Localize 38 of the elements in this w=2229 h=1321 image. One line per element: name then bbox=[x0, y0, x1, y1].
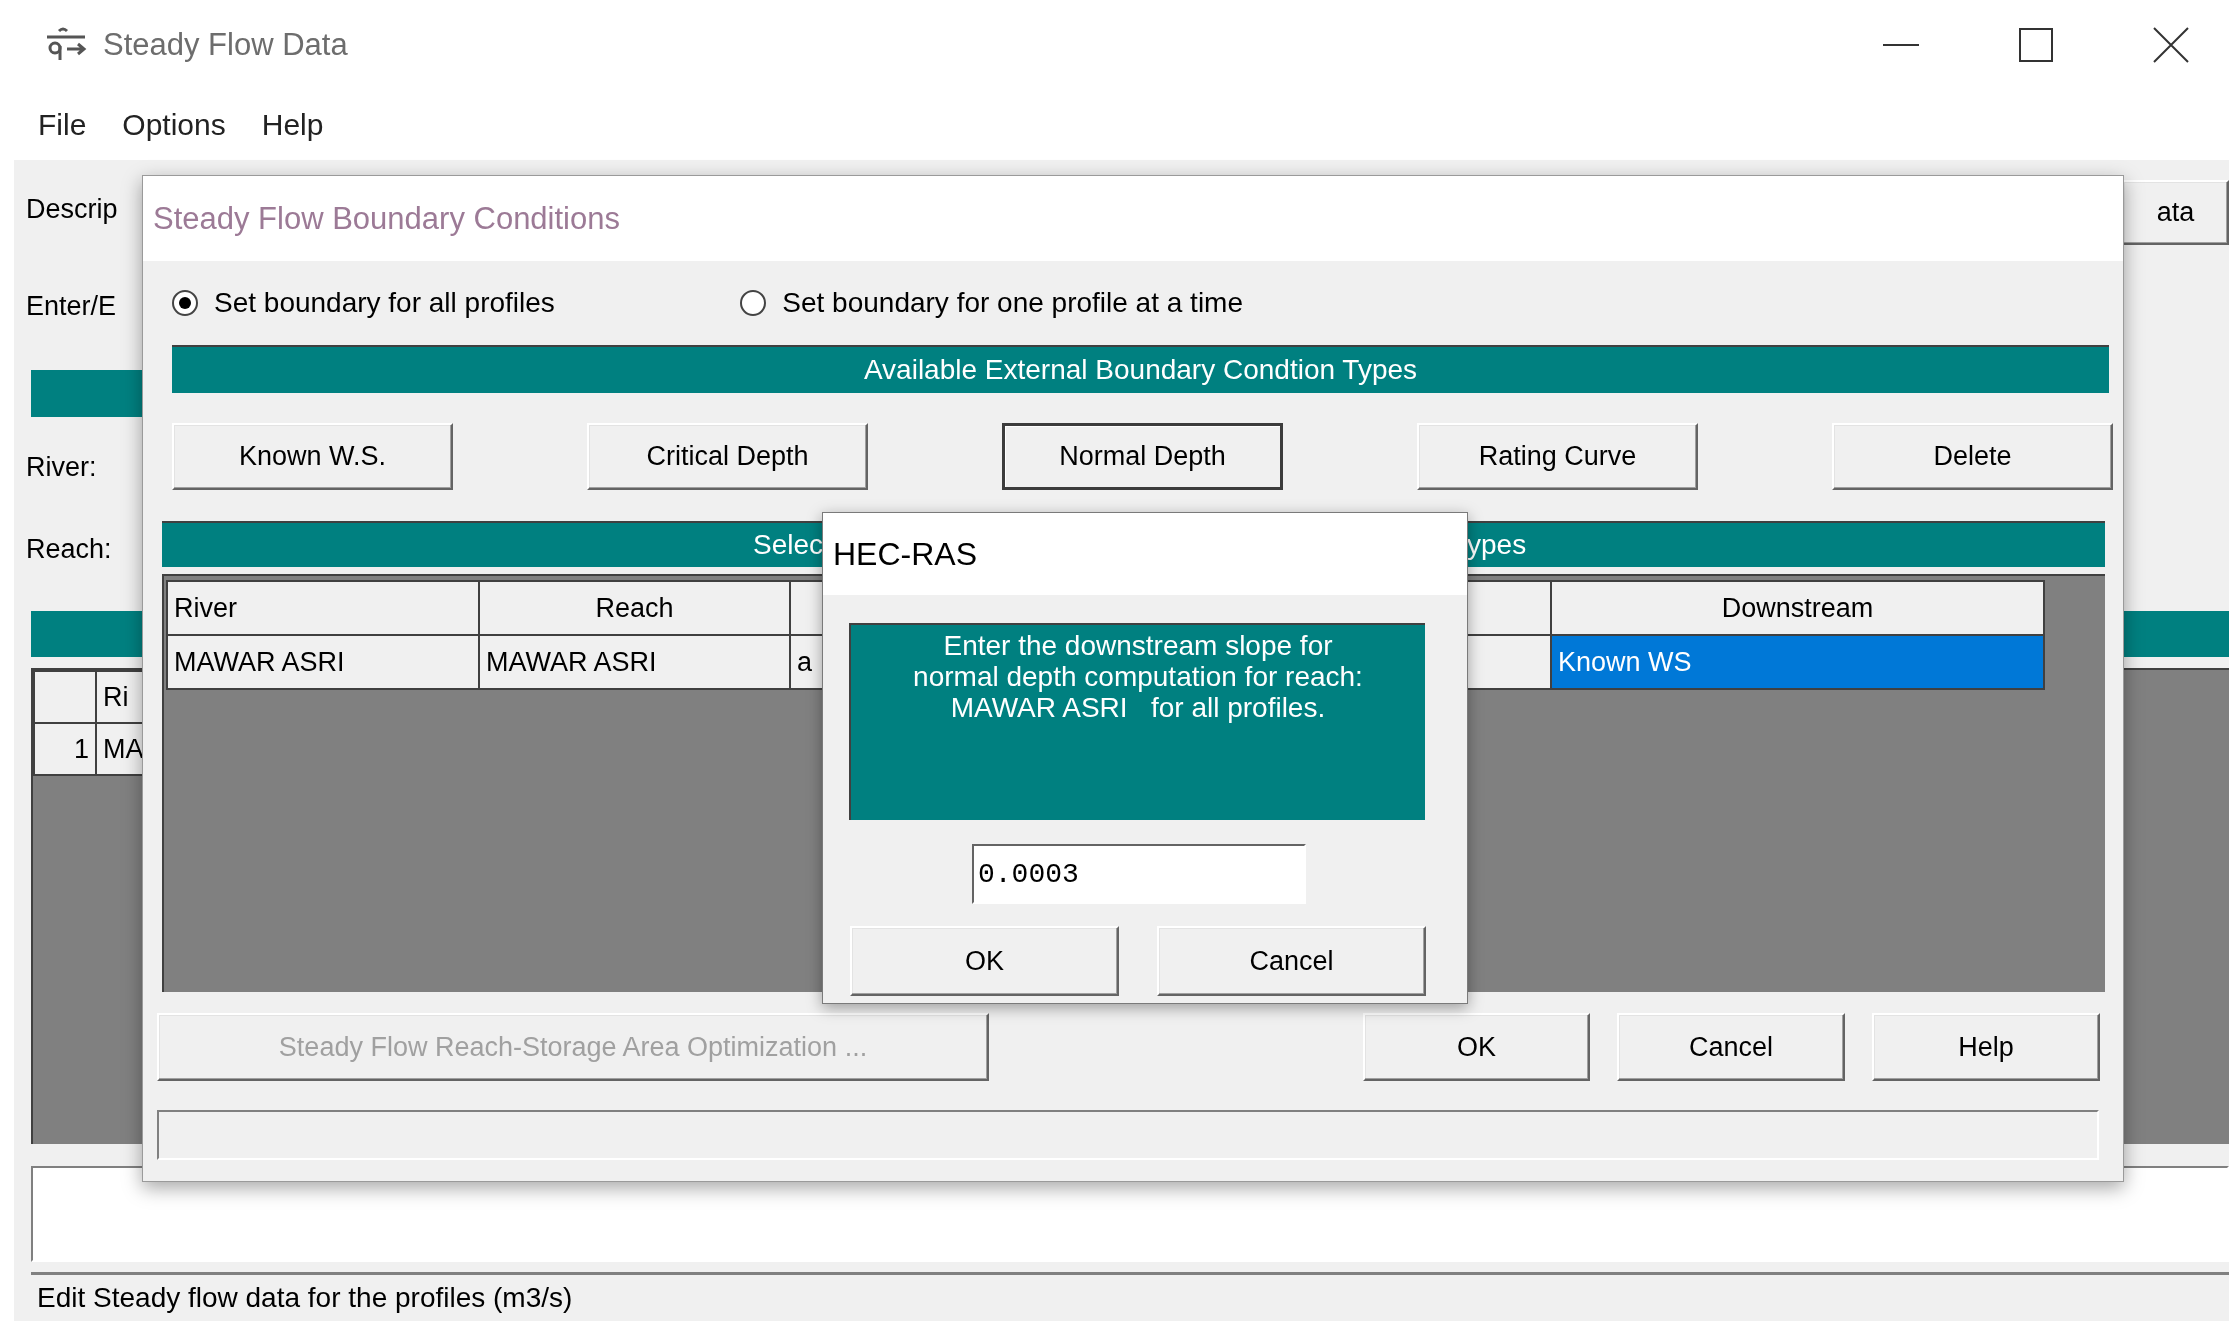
description-label: Descrip bbox=[26, 194, 118, 225]
enter-label: Enter/E bbox=[26, 291, 117, 322]
dialog-button[interactable]: Cancel bbox=[1157, 926, 1426, 996]
type-button[interactable]: Rating Curve bbox=[1417, 423, 1698, 490]
status-bar: Edit Steady flow data for the profiles (m3/s) bbox=[31, 1272, 2229, 1321]
table-cell[interactable]: MAWAR ASRI bbox=[167, 635, 479, 689]
header-text: Selec bbox=[751, 529, 823, 561]
radio-button[interactable] bbox=[172, 290, 198, 316]
close-icon[interactable] bbox=[2153, 27, 2189, 63]
radio-button[interactable] bbox=[740, 290, 767, 316]
river-label: River: bbox=[26, 452, 97, 483]
dialog-button[interactable]: OK bbox=[1363, 1013, 1590, 1081]
table-cell[interactable]: MAWAR ASRI bbox=[479, 635, 790, 689]
window-title: Steady Flow Data bbox=[103, 27, 348, 63]
type-button[interactable]: Critical Depth bbox=[587, 423, 868, 490]
row-number: 1 bbox=[34, 723, 96, 775]
dialog-button[interactable]: Help bbox=[1872, 1013, 2100, 1081]
input-field[interactable]: 0.0003 bbox=[972, 844, 1306, 904]
column-header: Downstream bbox=[1551, 581, 2044, 635]
type-button[interactable]: Normal Depth bbox=[1002, 423, 1283, 490]
column-header: River bbox=[167, 581, 479, 635]
reach-label: Reach: bbox=[26, 534, 112, 565]
type-button[interactable]: Delete bbox=[1832, 423, 2113, 490]
menu-item[interactable]: File bbox=[38, 108, 87, 142]
menu-item[interactable]: Options bbox=[122, 108, 226, 142]
prompt-message: Enter the downstream slope for normal depth computation for reach: MAWAR ASRI for all profiles. bbox=[849, 623, 1425, 820]
menu-item[interactable]: Help bbox=[261, 108, 324, 142]
dialog-button[interactable]: Cancel bbox=[1617, 1013, 1845, 1081]
column-header: Reach bbox=[479, 581, 790, 635]
section-header: Available External Boundary Condtion Types bbox=[172, 345, 2109, 393]
header-text: ypes bbox=[1467, 529, 1528, 561]
data-button[interactable]: ata bbox=[2122, 180, 2229, 245]
type-button[interactable]: Known W.S. bbox=[172, 423, 453, 490]
maximize-icon[interactable] bbox=[2019, 28, 2053, 62]
dialog-title: Steady Flow Boundary Conditions bbox=[143, 176, 2123, 261]
table-cell[interactable]: Known WS bbox=[1551, 635, 2044, 689]
dialog-button[interactable]: OK bbox=[850, 926, 1119, 996]
dialog-title: HEC-RAS bbox=[823, 513, 1467, 595]
